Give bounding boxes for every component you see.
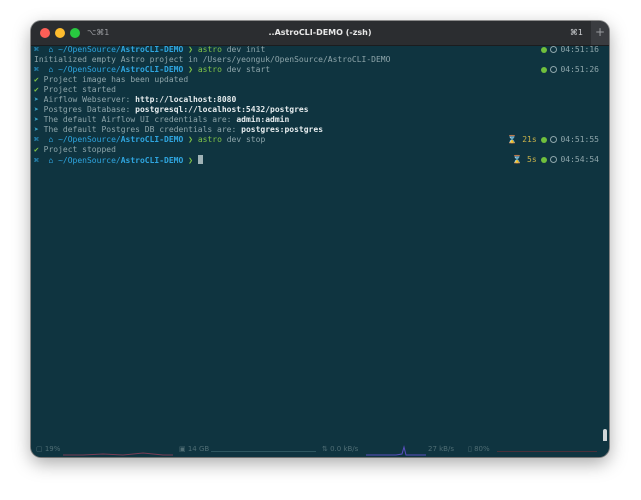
terminal-output[interactable]: ⌘ ⌂ ~/OpenSource/AstroCLI-DEMO ❯ astro d… [31, 45, 599, 441]
hourglass-icon: ⌛ [507, 135, 518, 144]
prompt-line: ⌘ ⌂ ~/OpenSource/AstroCLI-DEMO ❯ astro d… [31, 45, 599, 55]
prompt-line: ⌘ ⌂ ~/OpenSource/AstroCLI-DEMO ❯ astro d… [31, 135, 599, 145]
active-prompt-line[interactable]: ⌘ ⌂ ~/OpenSource/AstroCLI-DEMO ❯ ⌛ 5s 04… [31, 155, 599, 165]
command-name: astro [197, 45, 222, 54]
prompt-dir: AstroCLI-DEMO [120, 135, 184, 144]
prompt-path: ⌘ ⌂ ~/OpenSource/ [34, 156, 121, 165]
output-line: ➤ Airflow Webserver: http://localhost:80… [34, 95, 237, 104]
terminal-window: ⌥⌘1 ..AstroCLI-DEMO (-zsh) ⌘1 + ⌘ ⌂ ~/Op… [31, 21, 609, 457]
command-name: astro [197, 135, 222, 144]
command-duration: 5s [527, 155, 537, 164]
command-args: dev init [221, 45, 266, 54]
command-time: 04:51:16 [560, 45, 599, 54]
output-line: ➤ The default Postgres DB credentials ar… [34, 125, 324, 134]
clock-icon [550, 66, 558, 73]
prompt-path: ⌘ ⌂ ~/OpenSource/ [34, 45, 121, 54]
prompt-arrow: ❯ [188, 65, 193, 74]
hourglass-icon: ⌛ [512, 155, 523, 164]
prompt-arrow: ❯ [188, 45, 193, 54]
airflow-credentials: admin:admin [236, 115, 290, 124]
prompt-path: ⌘ ⌂ ~/OpenSource/ [34, 65, 121, 74]
tab-shortcut-right[interactable]: ⌘1 [570, 21, 583, 45]
clock-icon [550, 136, 558, 143]
status-bar: ▢ 19% ▣ 14 GB ⇅ 0.0 kB/s 27 kB/s ▯ 80% [31, 441, 609, 457]
command-time: 04:54:54 [560, 155, 599, 164]
command-time: 04:51:55 [560, 135, 599, 144]
command-time: 04:51:26 [560, 65, 599, 74]
network-down-status: 27 kB/s [428, 445, 454, 453]
output-line: Initialized empty Astro project in /User… [34, 55, 391, 64]
success-dot-icon [541, 137, 548, 143]
success-dot-icon [541, 157, 548, 163]
network-graph [366, 445, 426, 456]
prompt-dir: AstroCLI-DEMO [120, 65, 184, 74]
prompt-path: ⌘ ⌂ ~/OpenSource/ [34, 135, 121, 144]
postgres-url: postgresql://localhost:5432/postgres [135, 105, 309, 114]
command-duration: 21s [522, 135, 537, 144]
output-line: ➤ The default Airflow UI credentials are… [34, 115, 290, 124]
output-line: ✔ Project image has been updated [34, 75, 189, 84]
battery-gauge [497, 451, 597, 452]
command-status: ⌛ 5s 04:54:54 [512, 155, 599, 165]
success-dot-icon [541, 67, 548, 73]
success-dot-icon [541, 47, 548, 53]
title-bar: ⌥⌘1 ..AstroCLI-DEMO (-zsh) ⌘1 + [31, 21, 609, 46]
clock-icon [550, 46, 558, 53]
prompt-dir: AstroCLI-DEMO [120, 45, 184, 54]
battery-status: ▯ 80% [468, 445, 490, 453]
postgres-credentials: postgres:postgres [241, 125, 324, 134]
text-cursor[interactable] [197, 155, 203, 164]
prompt-line: ⌘ ⌂ ~/OpenSource/AstroCLI-DEMO ❯ astro d… [31, 65, 599, 75]
command-status: ⌛ 21s 04:51:55 [507, 135, 599, 145]
cpu-graph [63, 452, 173, 456]
memory-gauge [211, 451, 316, 452]
output-line: ✔ Project stopped [34, 145, 116, 154]
cpu-status: ▢ 19% [36, 445, 61, 453]
network-up-status: ⇅ 0.0 kB/s [322, 445, 359, 453]
prompt-arrow: ❯ [188, 135, 193, 144]
output-line: ✔ Project started [34, 85, 116, 94]
prompt-arrow: ❯ [188, 156, 193, 165]
command-status: 04:51:26 [541, 65, 599, 75]
new-tab-button[interactable]: + [591, 21, 609, 45]
clock-icon [550, 156, 558, 163]
command-status: 04:51:16 [541, 45, 599, 55]
window-title: ..AstroCLI-DEMO (-zsh) [268, 28, 372, 37]
command-args: dev stop [221, 135, 266, 144]
prompt-dir: AstroCLI-DEMO [120, 156, 184, 165]
command-args: dev start [221, 65, 271, 74]
output-line: ➤ Postgres Database: postgresql://localh… [34, 105, 309, 114]
webserver-url[interactable]: http://localhost:8080 [135, 95, 236, 104]
memory-status: ▣ 14 GB [179, 445, 210, 453]
command-name: astro [197, 65, 222, 74]
